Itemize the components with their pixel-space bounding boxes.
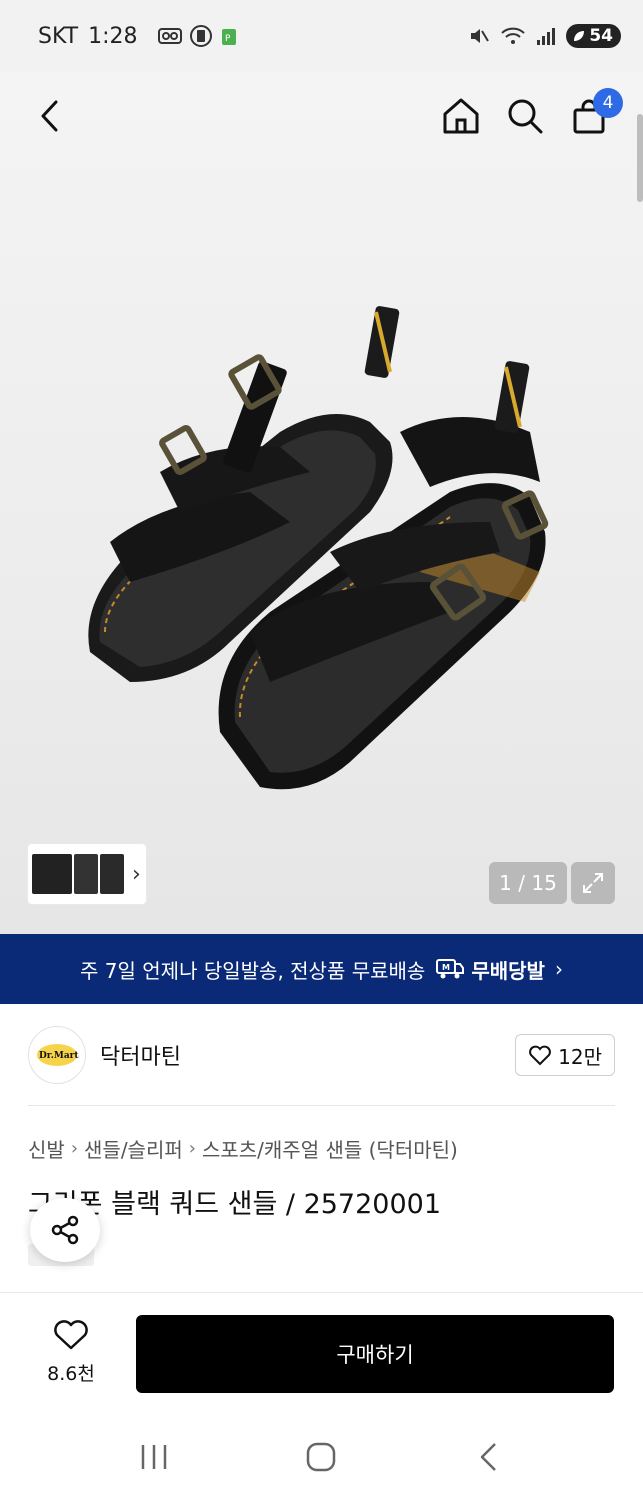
home-nav-button[interactable] [291, 1432, 351, 1482]
svg-text:M: M [442, 963, 450, 972]
wifi-icon [501, 27, 526, 44]
product-gallery[interactable]: 4 › 1 / 15 [0, 72, 643, 934]
heart-icon [529, 1045, 552, 1066]
shipping-banner[interactable]: 주 7일 언제나 당일발송, 전상품 무료배송 M 무배당발 › [0, 934, 643, 1004]
thumbnail-image[interactable] [100, 854, 124, 894]
back-arrow-icon [480, 1443, 497, 1471]
brand-row[interactable]: Dr.Martens 닥터마틴 12만 [0, 1004, 643, 1106]
signal-icon [537, 28, 556, 45]
search-icon [508, 99, 543, 134]
top-navigation: 4 [0, 72, 643, 162]
thumbnail-image[interactable] [32, 854, 72, 894]
notification-icons: P [157, 25, 238, 47]
leaf-icon [574, 31, 585, 41]
vpn-icon: P [221, 29, 236, 45]
battery-indicator: 54 [566, 24, 621, 48]
chevron-left-icon [41, 100, 58, 132]
divider [28, 1105, 615, 1106]
breadcrumb-item-sport-sandals[interactable]: 스포츠/캐주얼 샌들 (닥터마틴) [202, 1134, 458, 1163]
battery-level: 54 [589, 26, 613, 46]
status-right: 54 [468, 24, 621, 48]
back-nav-button[interactable] [459, 1432, 519, 1482]
chevron-right-icon: › [554, 957, 563, 981]
thumbnail-image[interactable] [74, 854, 98, 894]
dr-martens-logo-icon: Dr.Martens [37, 1044, 79, 1066]
breadcrumb: 신발 › 샌들/슬리퍼 › 스포츠/캐주얼 샌들 (닥터마틴) [28, 1134, 458, 1163]
brand-name[interactable]: 닥터마틴 [100, 1039, 181, 1071]
home-circle-icon [307, 1442, 336, 1472]
status-bar: SKT 1:28 P 54 [0, 0, 643, 72]
recent-apps-icon [141, 1445, 167, 1469]
purchase-bar: 8.6천 구매하기 [0, 1292, 643, 1414]
brand-like-button[interactable]: 12만 [515, 1034, 615, 1076]
shipping-text: 주 7일 언제나 당일발송, 전상품 무료배송 [80, 958, 426, 983]
svg-text:P: P [225, 34, 231, 44]
cart-count-badge: 4 [593, 88, 623, 118]
wishlist-count: 8.6천 [47, 1363, 95, 1385]
status-left: SKT 1:28 P [38, 24, 238, 49]
buy-button[interactable]: 구매하기 [136, 1315, 614, 1393]
expand-button[interactable] [571, 862, 615, 904]
carrier-label: SKT [38, 23, 79, 49]
breadcrumb-item-sandals[interactable]: 샌들/슬리퍼 [84, 1134, 183, 1163]
brand-logo[interactable]: Dr.Martens [28, 1026, 86, 1084]
image-counter: 1 / 15 [489, 862, 567, 904]
breadcrumb-item-shoes[interactable]: 신발 [28, 1134, 65, 1163]
cart-button[interactable]: 4 [563, 88, 623, 142]
shipping-brand-label: 무배당발 [471, 958, 545, 983]
thumbnail-next-arrow[interactable]: › [132, 862, 141, 887]
clock: 1:28 [88, 23, 138, 49]
system-navigation-bar [0, 1414, 643, 1500]
wishlist-button[interactable]: 8.6천 [38, 1319, 104, 1386]
share-button[interactable] [30, 1198, 100, 1262]
home-icon [443, 98, 479, 134]
mute-icon [471, 29, 490, 43]
delivery-truck-icon: M [436, 959, 465, 979]
breadcrumb-separator-icon: › [188, 1138, 196, 1159]
recent-apps-button[interactable] [124, 1432, 184, 1482]
thumbnail-strip[interactable]: › [28, 844, 146, 904]
expand-icon [583, 873, 603, 893]
shipping-brand: M 무배당발 [435, 955, 545, 984]
svg-text:Dr.Martens: Dr.Martens [39, 1051, 79, 1061]
back-button[interactable] [24, 90, 76, 142]
scroll-indicator [637, 114, 643, 202]
home-button[interactable] [435, 90, 487, 142]
product-image [88, 306, 549, 790]
voicemail-icon [157, 28, 182, 44]
device-icon [189, 25, 212, 47]
search-button[interactable] [499, 90, 551, 142]
brand-like-count: 12만 [558, 1044, 602, 1069]
share-icon [51, 1215, 79, 1245]
heart-icon [54, 1320, 88, 1350]
breadcrumb-separator-icon: › [70, 1138, 79, 1159]
